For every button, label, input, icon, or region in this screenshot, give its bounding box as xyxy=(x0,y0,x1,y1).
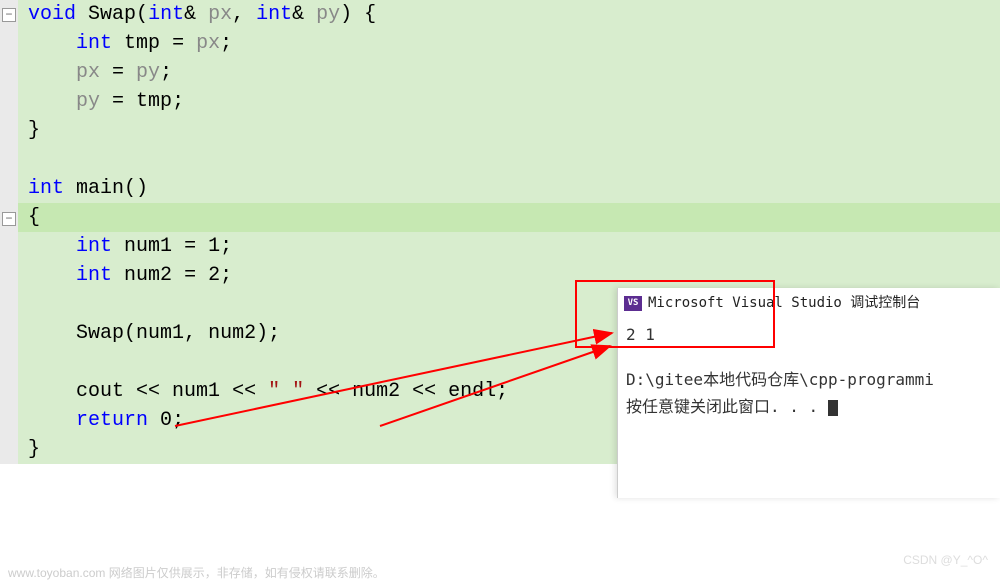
editor-gutter: − − xyxy=(0,0,18,464)
parameter: px xyxy=(208,3,232,26)
space xyxy=(112,32,124,55)
call: Swap xyxy=(76,322,124,345)
variable: num1 xyxy=(124,235,172,258)
console-output-area[interactable]: 2 1 D:\gitee本地代码仓库\cpp-programmi 按任意键关闭此… xyxy=(618,318,1000,427)
keyword: void xyxy=(28,3,76,26)
variable: tmp xyxy=(124,32,160,55)
function-name: main xyxy=(76,177,124,200)
comma: , xyxy=(232,3,256,26)
op: << xyxy=(124,380,172,403)
type: int xyxy=(76,264,112,287)
variable: px xyxy=(76,61,100,84)
variable: num2 xyxy=(352,380,400,403)
string-literal: " " xyxy=(268,380,304,403)
brace: } xyxy=(28,119,40,142)
variable: num2 xyxy=(124,264,172,287)
code-line[interactable]: int tmp = px; xyxy=(0,29,1000,58)
console-titlebar[interactable]: VS Microsoft Visual Studio 调试控制台 xyxy=(618,288,1000,318)
brace: ) { xyxy=(340,3,376,26)
semi: ; xyxy=(172,90,184,113)
op: << xyxy=(220,380,268,403)
paren: ( xyxy=(136,3,148,26)
code-line[interactable]: { xyxy=(0,203,1000,232)
code-line[interactable]: } xyxy=(0,116,1000,145)
semi: ; xyxy=(496,380,508,403)
ref-op: & xyxy=(292,3,316,26)
debug-console-window[interactable]: VS Microsoft Visual Studio 调试控制台 2 1 D:\… xyxy=(617,288,1000,498)
paren: ); xyxy=(256,322,280,345)
csdn-watermark: CSDN @Y_^O^ xyxy=(903,553,988,567)
arg: num1 xyxy=(136,322,184,345)
paren: () xyxy=(124,177,148,200)
op: << xyxy=(400,380,448,403)
fold-minus-icon[interactable]: − xyxy=(2,8,16,22)
brace: { xyxy=(28,206,40,229)
code-line[interactable]: int num1 = 1; xyxy=(0,232,1000,261)
visual-studio-icon: VS xyxy=(624,296,642,311)
variable: py xyxy=(76,90,100,113)
eq: = xyxy=(172,235,208,258)
eq: = xyxy=(100,61,136,84)
code-line[interactable]: px = py; xyxy=(0,58,1000,87)
semi: ; xyxy=(220,264,232,287)
number: 0 xyxy=(160,409,172,432)
variable: tmp xyxy=(136,90,172,113)
eq: = xyxy=(172,264,208,287)
keyword: return xyxy=(76,409,148,432)
cursor-icon xyxy=(828,400,838,416)
function-name: Swap xyxy=(88,3,136,26)
eq: = xyxy=(100,90,136,113)
space xyxy=(64,177,76,200)
code-line[interactable]: int num2 = 2; xyxy=(0,261,1000,290)
console-path-line: D:\gitee本地代码仓库\cpp-programmi xyxy=(626,366,992,393)
op: << xyxy=(304,380,352,403)
number: 1 xyxy=(208,235,220,258)
type: int xyxy=(76,235,112,258)
eq: = xyxy=(160,32,196,55)
variable: py xyxy=(136,61,160,84)
stream: cout xyxy=(76,380,124,403)
paren: ( xyxy=(124,322,136,345)
arg: num2 xyxy=(208,322,256,345)
code-line[interactable]: int main() xyxy=(0,174,1000,203)
space xyxy=(112,235,124,258)
console-output-line: 2 1 xyxy=(626,321,992,348)
ref-op: & xyxy=(184,3,208,26)
comma: , xyxy=(184,322,208,345)
type: int xyxy=(28,177,64,200)
semi: ; xyxy=(220,32,232,55)
space xyxy=(148,409,160,432)
watermark-text: www.toyoban.com 网络图片仅供展示，非存储，如有侵权请联系删除。 xyxy=(8,564,385,581)
fold-minus-icon[interactable]: − xyxy=(2,212,16,226)
semi: ; xyxy=(160,61,172,84)
semi: ; xyxy=(220,235,232,258)
parameter: py xyxy=(316,3,340,26)
manipulator: endl xyxy=(448,380,496,403)
type: int xyxy=(148,3,184,26)
code-line[interactable]: py = tmp; xyxy=(0,87,1000,116)
variable: num1 xyxy=(172,380,220,403)
type: int xyxy=(256,3,292,26)
number: 2 xyxy=(208,264,220,287)
code-line[interactable] xyxy=(0,145,1000,174)
console-title: Microsoft Visual Studio 调试控制台 xyxy=(648,288,920,318)
console-prompt-line: 按任意键关闭此窗口. . . xyxy=(626,393,992,420)
variable: px xyxy=(196,32,220,55)
brace: } xyxy=(28,438,40,461)
space xyxy=(112,264,124,287)
code-line[interactable]: void Swap(int& px, int& py) { xyxy=(0,0,1000,29)
semi: ; xyxy=(172,409,184,432)
type: int xyxy=(76,32,112,55)
